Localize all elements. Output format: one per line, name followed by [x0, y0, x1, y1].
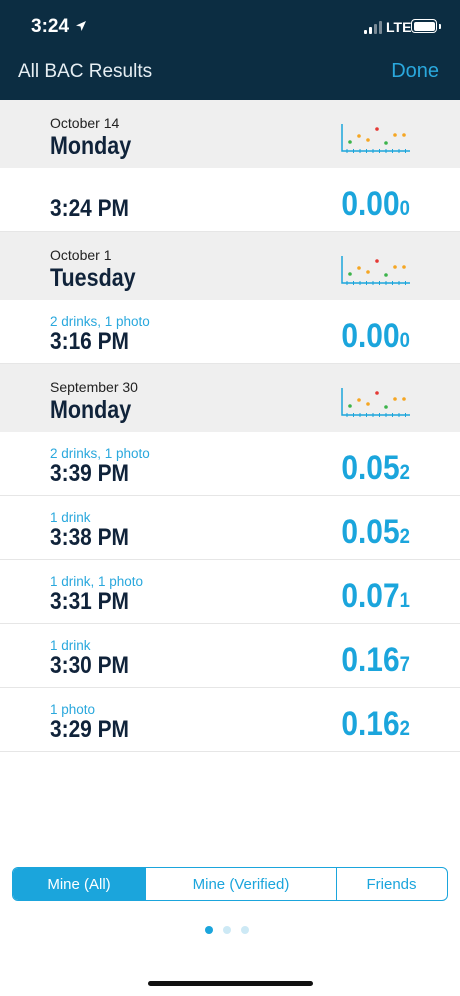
result-details: 1 drink — [50, 510, 91, 525]
home-indicator — [148, 981, 313, 986]
nav-bar: 3:24 LTE All BAC Results Done — [0, 0, 460, 100]
result-details: 2 drinks, 1 photo — [50, 314, 150, 329]
result-details: 1 drink, 1 photo — [50, 574, 144, 589]
bac-value-main: 0.05 — [341, 513, 400, 551]
results-list: October 14 Monday 3:24 PM 0.000 October 1 Tue… — [0, 100, 460, 752]
result-time: 3:30 PM — [50, 652, 129, 679]
bac-result-row[interactable]: 2 drinks, 1 photo 3:16 PM 0.000 — [0, 300, 460, 364]
bac-result-row[interactable]: 1 photo 3:29 PM 0.162 — [0, 688, 460, 752]
bac-value: 0.000 — [341, 317, 410, 356]
segment-friends[interactable]: Friends — [337, 868, 446, 900]
bac-result-row[interactable]: 1 drink 3:30 PM 0.167 — [0, 624, 460, 688]
result-time: 3:39 PM — [50, 460, 129, 487]
result-time: 3:31 PM — [50, 588, 129, 615]
bac-value-last-digit: 0 — [399, 197, 410, 220]
bac-trend-chart-icon[interactable] — [340, 254, 412, 286]
section-day: Tuesday — [50, 264, 136, 292]
network-type: LTE — [386, 19, 412, 35]
status-time: 3:24 — [31, 16, 70, 37]
bac-value-main: 0.16 — [341, 641, 400, 679]
section-date: September 30 — [50, 379, 138, 395]
bac-value-main: 0.05 — [341, 449, 400, 487]
result-time: 3:16 PM — [50, 328, 129, 355]
bac-result-row[interactable]: 1 drink 3:38 PM 0.052 — [0, 496, 460, 560]
bac-value-last-digit: 2 — [399, 461, 410, 484]
page-indicator — [205, 926, 249, 934]
bac-value-main: 0.07 — [341, 577, 400, 615]
battery-tip — [439, 24, 441, 29]
bac-value: 0.071 — [341, 577, 410, 616]
date-section-header: October 14 Monday — [0, 100, 460, 168]
page-dot[interactable] — [223, 926, 231, 934]
location-arrow-icon — [76, 21, 86, 31]
bac-value: 0.162 — [341, 705, 410, 744]
bac-value-main: 0.00 — [341, 185, 400, 223]
result-details: 1 drink — [50, 638, 91, 653]
section-day: Monday — [50, 132, 132, 160]
bac-value-last-digit: 1 — [399, 589, 410, 612]
result-time: 3:24 PM — [50, 195, 129, 222]
bac-result-row[interactable]: 2 drinks, 1 photo 3:39 PM 0.052 — [0, 432, 460, 496]
result-details: 1 photo — [50, 702, 96, 717]
date-section-header: September 30 Monday — [0, 364, 460, 432]
bac-value: 0.000 — [341, 185, 410, 224]
bac-value-last-digit: 2 — [399, 525, 410, 548]
bac-result-row[interactable]: 3:24 PM 0.000 — [0, 168, 460, 232]
segment-mine-all[interactable]: Mine (All) — [13, 868, 146, 900]
section-date: October 14 — [50, 115, 120, 131]
result-details: 2 drinks, 1 photo — [50, 446, 150, 461]
page-dot[interactable] — [205, 926, 213, 934]
bac-value: 0.052 — [341, 513, 410, 552]
bac-value-main: 0.16 — [341, 705, 400, 743]
page-dot[interactable] — [241, 926, 249, 934]
result-time: 3:38 PM — [50, 524, 129, 551]
bac-value-main: 0.00 — [341, 317, 400, 355]
filter-segmented-control: Mine (All) Mine (Verified) Friends — [12, 867, 448, 901]
page-title: All BAC Results — [18, 61, 153, 82]
done-button[interactable]: Done — [391, 60, 439, 83]
bac-value-last-digit: 2 — [399, 717, 410, 740]
section-date: October 1 — [50, 247, 112, 263]
cellular-signal-icon — [364, 21, 384, 34]
segment-mine-verified[interactable]: Mine (Verified) — [146, 868, 337, 900]
bac-value-last-digit: 0 — [399, 329, 410, 352]
bac-trend-chart-icon[interactable] — [340, 386, 412, 418]
bac-value-last-digit: 7 — [399, 653, 410, 676]
bac-value: 0.052 — [341, 449, 410, 488]
result-time: 3:29 PM — [50, 716, 129, 743]
bac-value: 0.167 — [341, 641, 410, 680]
bac-trend-chart-icon[interactable] — [340, 122, 412, 154]
bac-result-row[interactable]: 1 drink, 1 photo 3:31 PM 0.071 — [0, 560, 460, 624]
date-section-header: October 1 Tuesday — [0, 232, 460, 300]
section-day: Monday — [50, 396, 132, 424]
battery-icon — [411, 19, 437, 33]
